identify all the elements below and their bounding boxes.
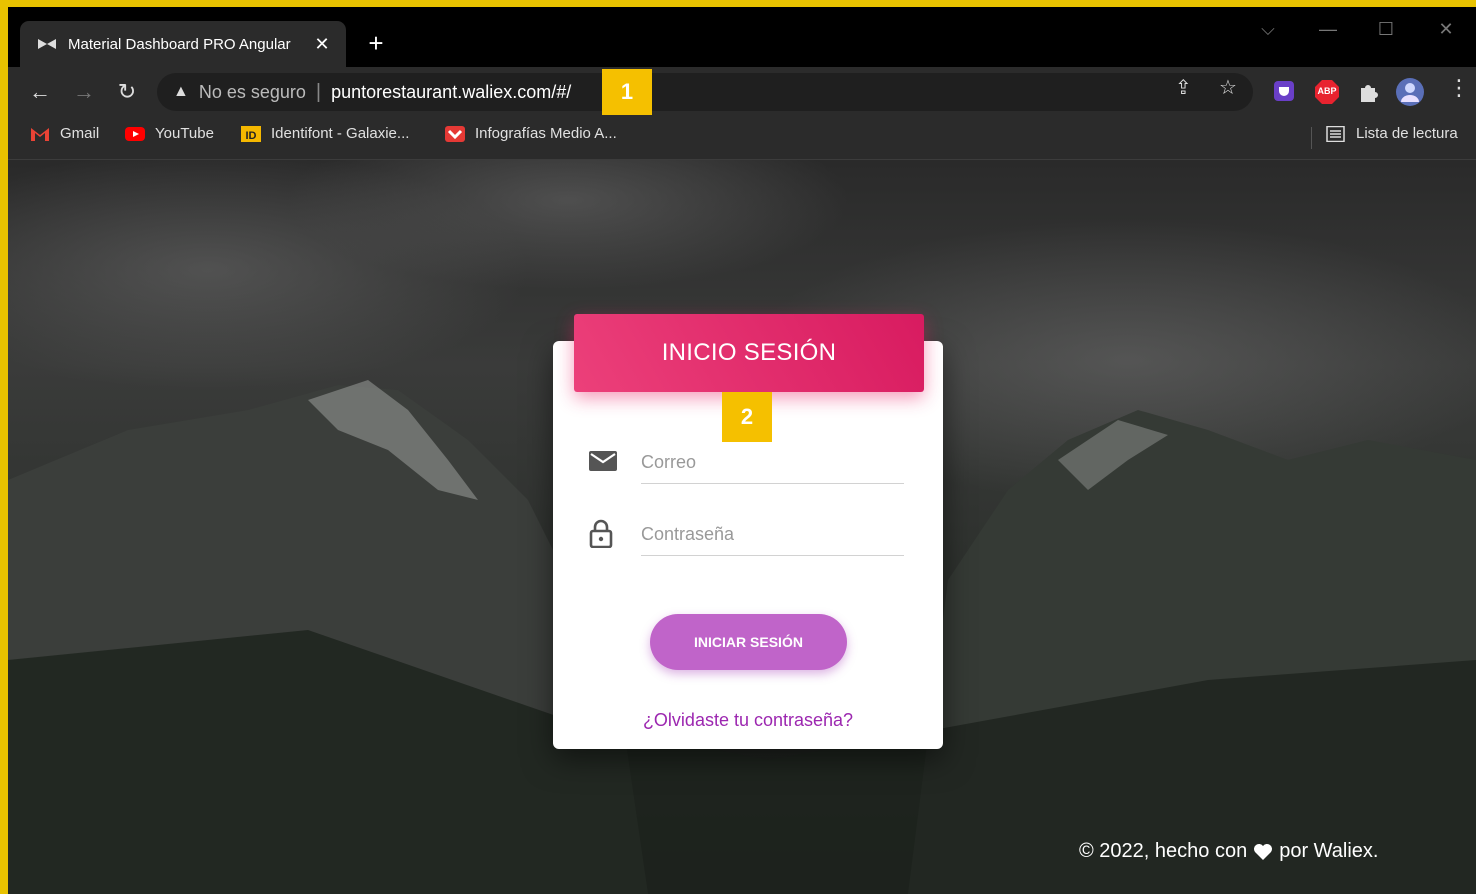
infografias-icon xyxy=(445,125,465,142)
annotation-marker-2: 2 xyxy=(722,392,772,442)
bookmark-label: Identifont - Galaxie... xyxy=(271,125,410,142)
share-icon[interactable]: ⇪ xyxy=(1175,75,1192,100)
extensions-puzzle-icon[interactable] xyxy=(1358,81,1380,108)
bookmark-label: YouTube xyxy=(155,125,214,142)
email-field-group xyxy=(586,442,904,486)
browser-window: Material Dashboard PRO Angular ✕ + ⌵ — ☐… xyxy=(8,7,1476,894)
bookmark-star-icon[interactable]: ☆ xyxy=(1219,75,1237,100)
browser-menu-icon[interactable]: ⋮ xyxy=(1448,75,1470,101)
tab-material-dashboard[interactable]: Material Dashboard PRO Angular ✕ xyxy=(20,21,346,67)
forgot-password-link[interactable]: ¿Olvidaste tu contraseña? xyxy=(553,710,943,731)
back-icon[interactable]: ← xyxy=(26,79,54,105)
bookmark-label: Gmail xyxy=(60,125,100,142)
tab-title: Material Dashboard PRO Angular xyxy=(68,35,291,53)
login-card-header: INICIO SESIÓN xyxy=(574,314,924,392)
password-field-group xyxy=(586,514,904,558)
reading-list-label: Lista de lectura xyxy=(1356,125,1458,142)
bookmark-youtube[interactable]: YouTube xyxy=(125,125,214,142)
login-page: INICIO SESIÓN 2 INICIAR SESIÓN ¿Olvidast… xyxy=(8,160,1476,894)
warning-icon: ▲ xyxy=(173,83,189,100)
annotation-marker-1: 1 xyxy=(602,69,652,115)
window-close-icon[interactable]: ✕ xyxy=(1431,19,1461,40)
tab-close-icon[interactable]: ✕ xyxy=(312,34,332,55)
email-input[interactable] xyxy=(641,442,904,484)
security-label[interactable]: No es seguro xyxy=(199,82,306,103)
reading-list-icon xyxy=(1326,125,1346,142)
forward-icon[interactable]: → xyxy=(70,79,98,105)
svg-text:ID: ID xyxy=(246,130,257,142)
new-tab-icon[interactable]: + xyxy=(363,29,389,57)
abp-label: ABP xyxy=(1317,86,1337,96)
gmail-icon xyxy=(30,126,50,142)
bookmarks-divider xyxy=(1311,127,1312,149)
browser-toolbar: ← → ↻ ▲ No es seguro | puntorestaurant.w… xyxy=(8,67,1476,117)
email-icon xyxy=(588,450,618,476)
bookmark-label: Infografías Medio A... xyxy=(475,125,617,142)
identifont-icon: ID xyxy=(241,125,261,142)
bookmark-gmail[interactable]: Gmail xyxy=(30,125,99,142)
password-input[interactable] xyxy=(641,514,904,556)
minimize-icon[interactable]: — xyxy=(1313,19,1343,40)
bookmark-infografias[interactable]: Infografías Medio A... xyxy=(445,125,617,142)
login-submit-button[interactable]: INICIAR SESIÓN xyxy=(650,614,847,670)
footer-suffix: por Waliex. xyxy=(1279,840,1379,862)
reading-list[interactable]: Lista de lectura xyxy=(1326,125,1458,142)
login-title: INICIO SESIÓN xyxy=(661,339,837,366)
profile-avatar[interactable] xyxy=(1396,78,1424,111)
reload-icon[interactable]: ↻ xyxy=(113,79,141,105)
footer-prefix: © 2022, hecho con xyxy=(1079,840,1248,862)
adblock-plus-icon[interactable]: ABP xyxy=(1315,80,1339,104)
tab-strip: Material Dashboard PRO Angular ✕ + ⌵ — ☐… xyxy=(8,7,1476,67)
footer-credit: © 2022, hecho con por Waliex. xyxy=(1079,840,1379,863)
extension-purple-icon[interactable] xyxy=(1274,81,1294,106)
bookmark-identifont[interactable]: ID Identifont - Galaxie... xyxy=(241,125,409,142)
lock-icon xyxy=(588,518,618,549)
maximize-icon[interactable]: ☐ xyxy=(1371,19,1401,40)
omnibox-separator: | xyxy=(315,80,322,103)
heart-icon xyxy=(1253,843,1273,861)
bookmarks-bar: Gmail YouTube ID Identifont - Galaxie...… xyxy=(8,117,1476,160)
material-favicon-icon xyxy=(38,37,56,51)
url-text[interactable]: puntorestaurant.waliex.com/#/ xyxy=(331,82,571,103)
tab-search-icon[interactable]: ⌵ xyxy=(1253,19,1283,40)
address-bar[interactable]: ▲ No es seguro | puntorestaurant.waliex.… xyxy=(157,73,1253,111)
youtube-icon xyxy=(125,126,145,142)
